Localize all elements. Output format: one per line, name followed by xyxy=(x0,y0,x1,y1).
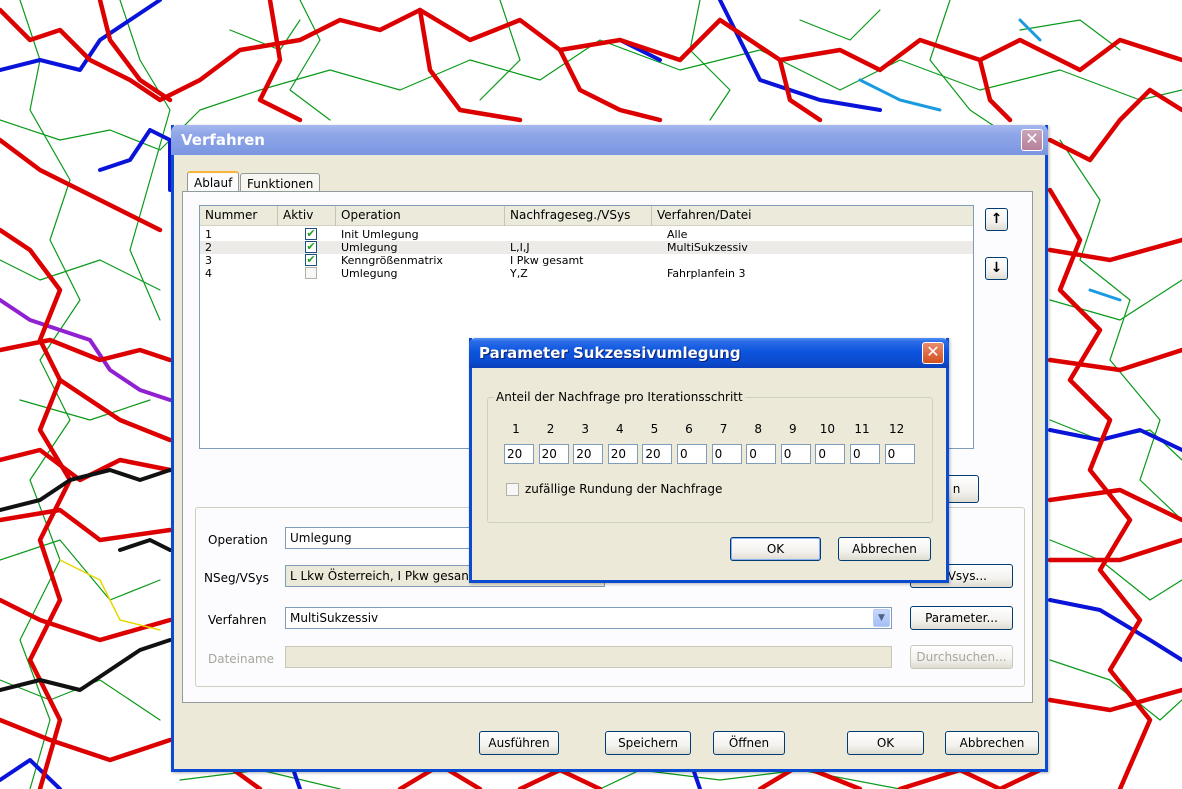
row-number: 3 xyxy=(205,254,212,267)
iteration-step-label: 10 xyxy=(819,422,836,436)
iteration-step-label: 7 xyxy=(719,422,728,436)
oeffnen-button[interactable]: Öffnen xyxy=(713,731,785,755)
list-row[interactable]: 2 ✔ Umlegung L,I,J MultiSukzessiv xyxy=(200,241,973,254)
durchsuchen-button: Durchsuchen... xyxy=(910,645,1013,669)
column-header-aktiv[interactable]: Aktiv xyxy=(278,206,336,226)
iteration-step-label: 11 xyxy=(854,422,870,436)
column-header-operation[interactable]: Operation xyxy=(336,206,505,226)
iteration-step-label: 4 xyxy=(615,422,624,436)
parameter-titlebar[interactable]: Parameter Sukzessivumlegung ✕ xyxy=(469,338,949,368)
nseg-label: NSeg/VSys xyxy=(204,571,269,585)
speichern-button[interactable]: Speichern xyxy=(605,731,691,755)
parameter-button[interactable]: Parameter... xyxy=(910,606,1013,630)
list-row[interactable]: 1 ✔ Init Umlegung Alle xyxy=(200,228,973,241)
verfahren-titlebar[interactable]: Verfahren ✕ xyxy=(171,125,1048,155)
arrow-up-icon: ↑ xyxy=(990,211,1003,227)
row-nseg: L,I,J xyxy=(510,241,530,254)
move-up-button[interactable]: ↑ xyxy=(985,208,1008,231)
dateiname-label: Dateiname xyxy=(208,652,275,666)
iteration-share-input[interactable]: 20 xyxy=(642,444,673,464)
ausfuehren-button[interactable]: Ausführen xyxy=(479,731,559,755)
iteration-share-input[interactable]: 0 xyxy=(677,444,707,464)
iteration-step-label: 6 xyxy=(685,422,693,436)
iteration-share-input[interactable]: 20 xyxy=(504,444,534,464)
iteration-share-input[interactable]: 20 xyxy=(538,444,569,464)
column-header-verfahren[interactable]: Verfahren/Datei xyxy=(652,206,974,226)
column-header-nummer[interactable]: Nummer xyxy=(200,206,278,226)
close-icon[interactable]: ✕ xyxy=(922,342,944,364)
iteration-share-input[interactable]: 0 xyxy=(711,444,742,464)
row-nseg: I Pkw gesamt xyxy=(510,254,584,267)
iteration-share-input[interactable]: 0 xyxy=(780,444,811,464)
active-checkbox[interactable]: ✔ xyxy=(305,267,317,279)
row-operation: Kenngrößenmatrix xyxy=(341,254,443,267)
column-header-nachfrageseg[interactable]: Nachfrageseg./VSys xyxy=(505,206,652,226)
row-number: 4 xyxy=(205,267,212,280)
row-number: 2 xyxy=(205,241,212,254)
dialog-title: Verfahren xyxy=(181,131,265,149)
operation-label: Operation xyxy=(208,533,268,547)
ok-button[interactable]: OK xyxy=(847,731,924,755)
list-header: Nummer Aktiv Operation Nachfrageseg./VSy… xyxy=(200,206,973,226)
verfahren-dropdown[interactable]: MultiSukzessiv ▼ xyxy=(285,607,892,629)
arrow-down-icon: ↓ xyxy=(990,260,1003,276)
move-down-button[interactable]: ↓ xyxy=(985,257,1008,280)
row-verfahren: Fahrplanfein 3 xyxy=(667,267,746,280)
iteration-step-label: 2 xyxy=(546,422,555,436)
parameter-dialog: Parameter Sukzessivumlegung ✕ Anteil der… xyxy=(469,338,949,583)
row-nseg: Y,Z xyxy=(510,267,528,280)
iteration-share-input[interactable]: 0 xyxy=(850,444,880,464)
param-ok-button[interactable]: OK xyxy=(730,537,821,561)
iteration-step-label: 8 xyxy=(754,422,762,436)
iteration-share-input[interactable]: 0 xyxy=(746,444,777,464)
close-icon[interactable]: ✕ xyxy=(1021,129,1043,151)
verfahren-label: Verfahren xyxy=(208,613,267,627)
active-checkbox[interactable]: ✔ xyxy=(305,228,317,240)
iteration-share-input[interactable]: 20 xyxy=(573,444,604,464)
chevron-down-icon[interactable]: ▼ xyxy=(873,609,890,627)
random-rounding-checkbox[interactable] xyxy=(506,483,519,496)
active-checkbox[interactable]: ✔ xyxy=(305,254,317,266)
iteration-share-input[interactable]: 0 xyxy=(815,444,846,464)
row-operation: Init Umlegung xyxy=(341,228,419,241)
row-verfahren: Alle xyxy=(667,228,688,241)
parameter-dialog-title: Parameter Sukzessivumlegung xyxy=(479,344,741,362)
list-row[interactable]: 4 ✔ Umlegung Y,Z Fahrplanfein 3 xyxy=(200,267,973,280)
iteration-share-input[interactable]: 0 xyxy=(884,444,915,464)
row-operation: Umlegung xyxy=(341,241,398,254)
iteration-share-input[interactable]: 20 xyxy=(607,444,638,464)
iteration-step-label: 12 xyxy=(888,422,905,436)
row-operation: Umlegung xyxy=(341,267,398,280)
dateiname-field xyxy=(285,646,892,668)
random-rounding-label: zufällige Rundung der Nachfrage xyxy=(525,482,723,496)
param-cancel-button[interactable]: Abbrechen xyxy=(838,537,931,561)
iteration-group-title: Anteil der Nachfrage pro Iterationsschri… xyxy=(494,390,745,404)
iteration-step-label: 1 xyxy=(512,422,520,436)
active-checkbox[interactable]: ✔ xyxy=(305,241,317,253)
iteration-step-label: 5 xyxy=(650,422,659,436)
row-verfahren: MultiSukzessiv xyxy=(667,241,748,254)
row-number: 1 xyxy=(205,228,212,241)
iteration-step-label: 3 xyxy=(581,422,589,436)
iteration-step-label: 9 xyxy=(788,422,797,436)
abbrechen-button[interactable]: Abbrechen xyxy=(945,731,1039,755)
list-row[interactable]: 3 ✔ Kenngrößenmatrix I Pkw gesamt xyxy=(200,254,973,267)
